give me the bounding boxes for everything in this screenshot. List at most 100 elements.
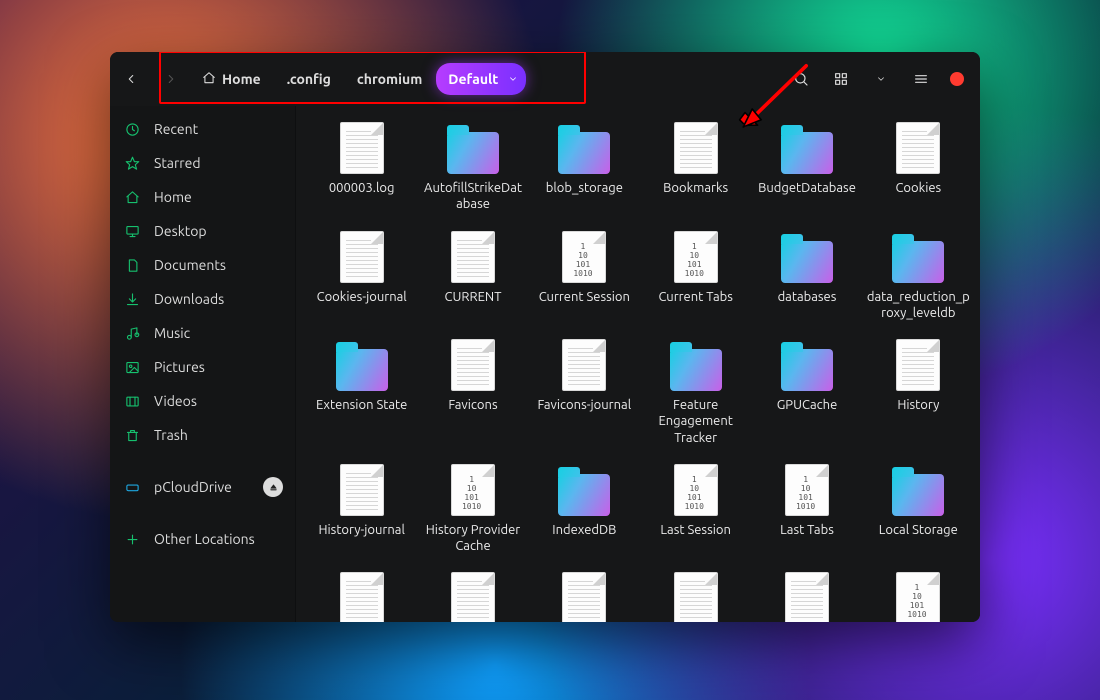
- file-item[interactable]: History-journal: [308, 458, 415, 561]
- drive-icon: [124, 480, 140, 495]
- view-mode-button[interactable]: [824, 62, 858, 96]
- file-grid: 000003.log AutofillStrikeDatabase blob_sto…: [308, 116, 972, 622]
- sidebar-item-recent[interactable]: Recent: [110, 112, 295, 146]
- file-label: blob_storage: [546, 180, 623, 196]
- file-item[interactable]: Cookies-journal: [308, 225, 415, 328]
- text-file-icon: [444, 572, 502, 622]
- file-item[interactable]: IndexedDB: [531, 458, 638, 561]
- sidebar-item-home[interactable]: Home: [110, 180, 295, 214]
- file-item[interactable]: GPUCache: [753, 333, 860, 452]
- file-item[interactable]: 1 10 101 1010Current Session: [531, 225, 638, 328]
- file-label: GPUCache: [777, 397, 838, 413]
- folder-icon: [333, 339, 391, 391]
- text-file-icon: [333, 122, 391, 174]
- file-item[interactable]: Favicons: [419, 333, 526, 452]
- eject-button[interactable]: [263, 477, 283, 497]
- file-label: databases: [778, 289, 837, 305]
- file-item[interactable]: History: [865, 333, 972, 452]
- view-options-button[interactable]: [864, 62, 898, 96]
- breadcrumb-default[interactable]: Default: [436, 63, 526, 95]
- file-pane[interactable]: 000003.log AutofillStrikeDatabase blob_sto…: [296, 106, 980, 622]
- file-label: History-journal: [318, 522, 404, 538]
- breadcrumb-chromium[interactable]: chromium: [345, 63, 434, 95]
- file-item[interactable]: AutofillStrikeDatabase: [419, 116, 526, 219]
- binary-file-icon: 1 10 101 1010: [555, 231, 613, 283]
- file-label: Favicons-journal: [538, 397, 632, 413]
- file-item[interactable]: [753, 566, 860, 622]
- plus-icon: [124, 532, 140, 547]
- text-file-icon: [333, 231, 391, 283]
- search-button[interactable]: [784, 62, 818, 96]
- file-item[interactable]: 1 10 101 1010Current Tabs: [642, 225, 749, 328]
- nav-forward-button[interactable]: [154, 62, 188, 96]
- file-label: Feature Engagement Tracker: [644, 397, 747, 446]
- videos-icon: [124, 394, 140, 409]
- binary-file-icon: 1 10 101 1010: [889, 572, 947, 622]
- breadcrumb-config[interactable]: .config: [275, 63, 343, 95]
- file-item[interactable]: 1 10 101 1010 Last Tabs: [753, 458, 860, 561]
- file-item[interactable]: blob_storage: [531, 116, 638, 219]
- breadcrumb-label: .config: [287, 71, 331, 87]
- sidebar-item-pclouddrive[interactable]: pCloudDrive: [110, 468, 295, 506]
- file-label: data_reduction_proxy_leveldb: [867, 289, 970, 322]
- hamburger-menu-button[interactable]: [904, 62, 938, 96]
- star-icon: [124, 156, 140, 171]
- file-label: Bookmarks: [663, 180, 728, 196]
- file-item[interactable]: 1 10 101 1010History Provider Cache: [419, 458, 526, 561]
- file-item[interactable]: [308, 566, 415, 622]
- sidebar-item-pictures[interactable]: Pictures: [110, 350, 295, 384]
- file-item[interactable]: Cookies: [865, 116, 972, 219]
- sidebar-item-documents[interactable]: Documents: [110, 248, 295, 282]
- file-label: Favicons: [448, 397, 497, 413]
- sidebar-item-desktop[interactable]: Desktop: [110, 214, 295, 248]
- sidebar-item-label: Desktop: [154, 223, 207, 239]
- breadcrumb-home[interactable]: Home: [196, 63, 273, 96]
- file-label: Cookies-journal: [317, 289, 407, 305]
- sidebar-item-other-locations[interactable]: Other Locations: [110, 522, 295, 556]
- binary-file-icon: 1 10 101 1010: [778, 464, 836, 516]
- file-label: BudgetDatabase: [758, 180, 856, 196]
- sidebar-item-trash[interactable]: Trash: [110, 418, 295, 452]
- sidebar-item-starred[interactable]: Starred: [110, 146, 295, 180]
- file-label: History: [897, 397, 939, 413]
- downloads-icon: [124, 292, 140, 307]
- file-item[interactable]: databases: [753, 225, 860, 328]
- sidebar-item-music[interactable]: Music: [110, 316, 295, 350]
- file-item[interactable]: [531, 566, 638, 622]
- file-label: Current Tabs: [658, 289, 732, 305]
- home-icon: [124, 190, 140, 205]
- sidebar-item-videos[interactable]: Videos: [110, 384, 295, 418]
- file-label: Last Tabs: [780, 522, 834, 538]
- file-item[interactable]: Feature Engagement Tracker: [642, 333, 749, 452]
- text-file-icon: [555, 339, 613, 391]
- file-item[interactable]: BudgetDatabase: [753, 116, 860, 219]
- file-label: CURRENT: [445, 289, 502, 305]
- file-item[interactable]: 1 10 101 1010: [865, 566, 972, 622]
- file-item[interactable]: 000003.log: [308, 116, 415, 219]
- file-item[interactable]: Extension State: [308, 333, 415, 452]
- file-label: History Provider Cache: [421, 522, 524, 555]
- file-item[interactable]: data_reduction_proxy_leveldb: [865, 225, 972, 328]
- chevron-down-icon: [508, 71, 518, 87]
- file-label: Local Storage: [879, 522, 958, 538]
- file-label: IndexedDB: [552, 522, 616, 538]
- sidebar-item-downloads[interactable]: Downloads: [110, 282, 295, 316]
- close-button[interactable]: [950, 72, 964, 86]
- sidebar-item-label: Pictures: [154, 359, 205, 375]
- file-item[interactable]: Favicons-journal: [531, 333, 638, 452]
- file-item[interactable]: CURRENT: [419, 225, 526, 328]
- music-icon: [124, 326, 140, 341]
- file-item[interactable]: Local Storage: [865, 458, 972, 561]
- file-item[interactable]: [642, 566, 749, 622]
- folder-icon: [667, 339, 725, 391]
- folder-icon: [778, 339, 836, 391]
- file-label: 000003.log: [329, 180, 395, 196]
- file-item[interactable]: 1 10 101 1010Last Session: [642, 458, 749, 561]
- sidebar-item-label: Music: [154, 325, 190, 341]
- file-item[interactable]: Bookmarks: [642, 116, 749, 219]
- nav-back-button[interactable]: [114, 62, 148, 96]
- clock-icon: [124, 122, 140, 137]
- folder-icon: [889, 464, 947, 516]
- file-item[interactable]: [419, 566, 526, 622]
- text-file-icon: [889, 122, 947, 174]
